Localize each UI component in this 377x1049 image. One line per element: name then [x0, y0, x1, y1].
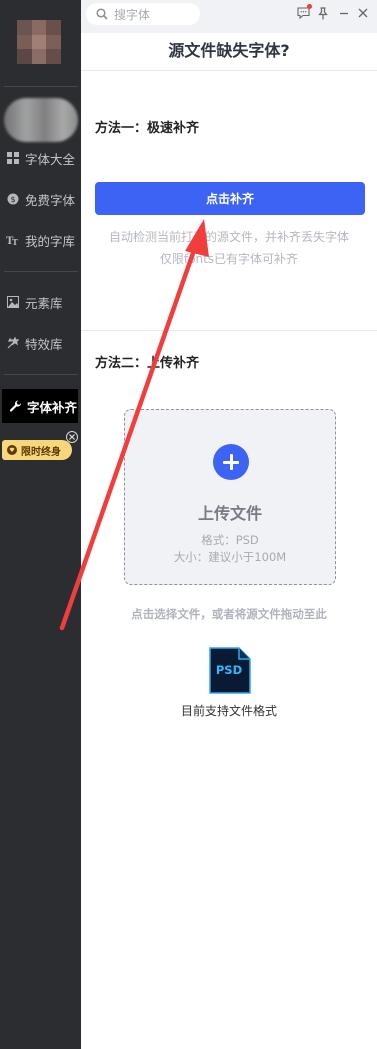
annotation-arrow [59, 219, 209, 631]
